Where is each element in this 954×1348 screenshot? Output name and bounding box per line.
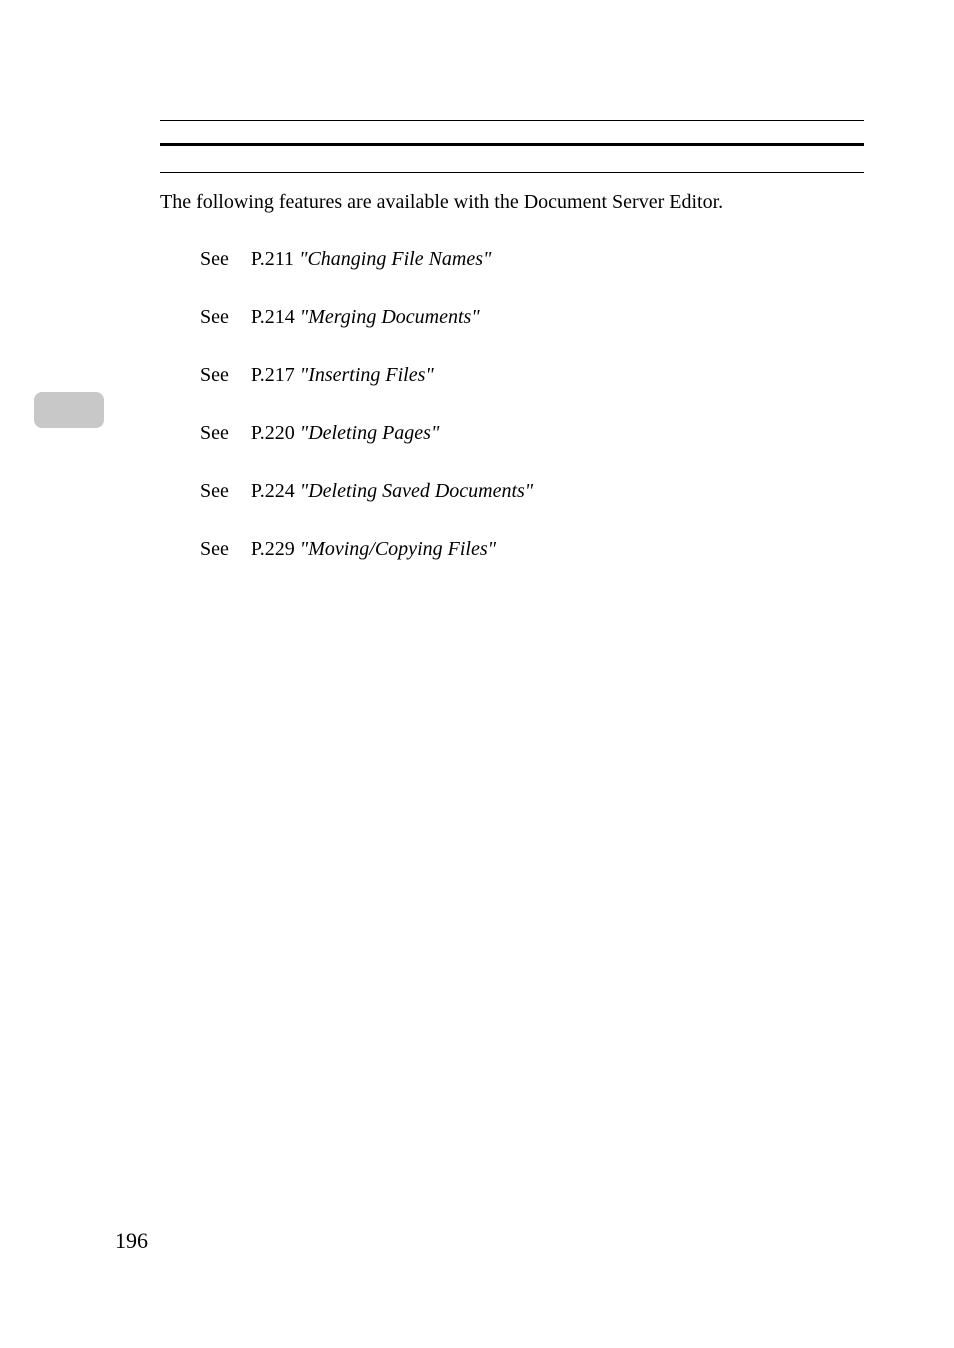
- see-label: See: [200, 419, 229, 447]
- rule-thin-bottom: [160, 172, 864, 173]
- reference-title: "Deleting Pages": [300, 422, 440, 444]
- reference-content: P.220 "Deleting Pages": [251, 419, 439, 447]
- see-label: See: [200, 245, 229, 273]
- reference-content: P.214 "Merging Documents": [251, 303, 480, 331]
- rule-thick: [160, 143, 864, 146]
- reference-item: See P.217 "Inserting Files": [200, 361, 864, 389]
- page-ref: P.214: [251, 306, 295, 328]
- reference-item: See P.229 "Moving/Copying Files": [200, 535, 864, 563]
- reference-title: "Merging Documents": [300, 306, 480, 328]
- reference-content: P.229 "Moving/Copying Files": [251, 535, 496, 563]
- page-ref: P.229: [251, 538, 295, 560]
- page-ref: P.220: [251, 422, 295, 444]
- page-ref: P.211: [251, 248, 294, 270]
- reference-title: "Changing File Names": [299, 248, 491, 270]
- reference-content: P.211 "Changing File Names": [251, 245, 492, 273]
- page-ref: P.217: [251, 364, 295, 386]
- page-number: 196: [115, 1228, 148, 1254]
- reference-item: See P.211 "Changing File Names": [200, 245, 864, 273]
- reference-content: P.224 "Deleting Saved Documents": [251, 477, 533, 505]
- reference-item: See P.220 "Deleting Pages": [200, 419, 864, 447]
- reference-item: See P.214 "Merging Documents": [200, 303, 864, 331]
- rule-thin-top: [160, 120, 864, 121]
- see-label: See: [200, 535, 229, 563]
- see-label: See: [200, 477, 229, 505]
- reference-title: "Inserting Files": [300, 364, 434, 386]
- page-content: The following features are available wit…: [0, 0, 954, 1348]
- page-ref: P.224: [251, 480, 295, 502]
- see-label: See: [200, 303, 229, 331]
- reference-list: See P.211 "Changing File Names" See P.21…: [160, 245, 864, 563]
- intro-paragraph: The following features are available wit…: [160, 187, 864, 217]
- reference-title: "Moving/Copying Files": [300, 538, 496, 560]
- reference-title: "Deleting Saved Documents": [300, 480, 533, 502]
- see-label: See: [200, 361, 229, 389]
- reference-item: See P.224 "Deleting Saved Documents": [200, 477, 864, 505]
- reference-content: P.217 "Inserting Files": [251, 361, 434, 389]
